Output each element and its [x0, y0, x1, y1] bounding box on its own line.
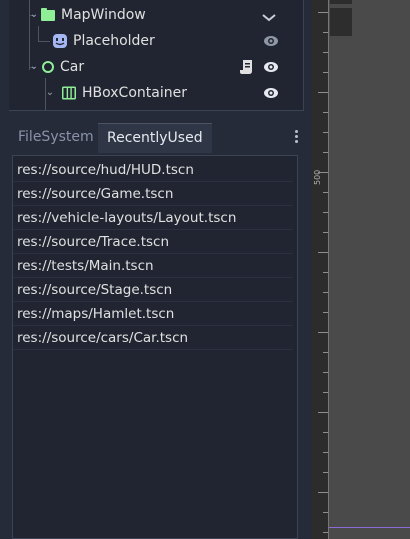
hbox-container-icon	[62, 86, 76, 100]
recent-file-item[interactable]: res://source/cars/Car.tscn	[13, 326, 293, 350]
recent-file-item[interactable]: res://maps/Hamlet.tscn	[13, 302, 293, 326]
ruler-tick	[323, 432, 328, 433]
ruler-tick	[318, 412, 328, 413]
script-icon[interactable]	[239, 59, 255, 75]
list-scroll-gutter	[298, 155, 303, 539]
visibility-eye-icon[interactable]	[263, 59, 279, 75]
ruler-tick	[323, 52, 328, 53]
recent-file-item[interactable]: res://source/Stage.tscn	[13, 278, 293, 302]
ruler-tick	[323, 112, 328, 113]
fold-arrow-icon[interactable]: ⌄	[29, 62, 39, 72]
scene-tree[interactable]: ⌄ MapWindow Placeholder ⌄ Car ⌄ HBoxCont…	[9, 0, 304, 111]
recent-files-list[interactable]: res://source/hud/HUD.tscn res://source/Ga…	[12, 155, 298, 539]
ruler-tick	[323, 132, 328, 133]
ruler-tick	[323, 372, 328, 373]
ruler-tick	[318, 332, 328, 333]
dock-tabbar: FileSystem RecentlyUsed	[9, 123, 303, 153]
ruler-tick	[318, 492, 328, 493]
ruler-tick	[323, 272, 328, 273]
ruler-tick	[318, 252, 328, 253]
tree-row-placeholder[interactable]: Placeholder	[9, 28, 303, 54]
recent-file-item[interactable]: res://source/hud/HUD.tscn	[13, 158, 293, 182]
fold-arrow-icon[interactable]: ⌄	[29, 10, 39, 20]
recent-file-item[interactable]: res://source/Trace.tscn	[13, 230, 293, 254]
ruler-tick	[323, 72, 328, 73]
ruler-tick	[323, 472, 328, 473]
ruler-tick	[318, 92, 328, 93]
node-label: HBoxContainer	[82, 85, 187, 101]
node-label: Car	[60, 59, 85, 75]
visibility-eye-icon[interactable]	[263, 85, 279, 101]
node-label: Placeholder	[73, 33, 155, 49]
ruler-tick	[323, 192, 328, 193]
sprite-face-icon	[53, 34, 67, 48]
ruler-tick	[323, 232, 328, 233]
tree-row-car[interactable]: ⌄ Car	[9, 54, 303, 80]
folder-icon	[41, 8, 55, 21]
kebab-menu-icon[interactable]	[286, 128, 306, 146]
recent-file-item[interactable]: res://vehicle-layouts/Layout.tscn	[13, 206, 293, 230]
visibility-eye-icon[interactable]	[263, 33, 279, 49]
fold-arrow-icon[interactable]: ⌄	[45, 88, 55, 98]
selection-guide-line	[329, 527, 410, 528]
tab-filesystem[interactable]: FileSystem	[9, 123, 103, 152]
ruler-tick	[323, 532, 328, 533]
ruler-tick	[323, 352, 328, 353]
ruler-tick	[323, 452, 328, 453]
left-dock: ⌄ MapWindow Placeholder ⌄ Car ⌄ HBoxCont…	[0, 0, 312, 539]
collapse-chevron-icon[interactable]	[261, 10, 277, 26]
ruler-tick	[323, 32, 328, 33]
node-label: MapWindow	[61, 7, 146, 23]
vertical-ruler: 500	[312, 0, 329, 539]
tab-recently-used[interactable]: RecentlyUsed	[98, 123, 212, 153]
ruler-tick	[323, 312, 328, 313]
node2d-circle-icon	[42, 61, 54, 73]
ruler-tick	[323, 392, 328, 393]
ruler-tick	[323, 292, 328, 293]
ruler-tick	[323, 512, 328, 513]
viewport-shape	[330, 0, 352, 4]
tree-row-mapwindow[interactable]: ⌄ MapWindow	[9, 2, 303, 28]
canvas-viewport[interactable]: 500	[312, 0, 410, 539]
ruler-tick	[318, 172, 328, 173]
viewport-shape	[330, 8, 352, 36]
recent-file-item[interactable]: res://tests/Main.tscn	[13, 254, 293, 278]
ruler-tick	[323, 152, 328, 153]
recent-file-item[interactable]: res://source/Game.tscn	[13, 182, 293, 206]
tree-row-hboxcontainer[interactable]: ⌄ HBoxContainer	[9, 80, 303, 106]
ruler-tick	[318, 12, 328, 13]
ruler-tick	[323, 212, 328, 213]
